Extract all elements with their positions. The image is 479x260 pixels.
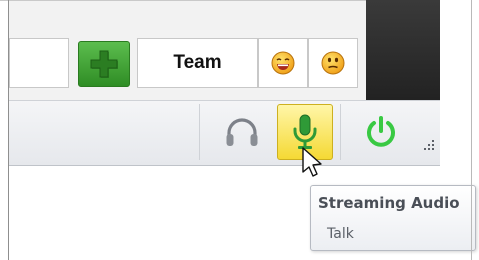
team-button[interactable]: Team (137, 38, 258, 88)
microphone-icon (293, 114, 317, 149)
emoticon-neutral-button[interactable] (308, 38, 358, 88)
frame-top-border (0, 0, 366, 1)
neutral-face-icon (321, 51, 345, 75)
text-input-field[interactable] (9, 38, 69, 88)
app-window: Team Streaming Audio Talk (0, 0, 479, 260)
frame-right-border (471, 0, 472, 260)
plus-icon (90, 50, 118, 78)
status-separator (340, 104, 341, 160)
emoticon-laughing-button[interactable] (258, 38, 308, 88)
add-button[interactable] (78, 41, 130, 87)
team-label: Team (173, 52, 222, 73)
headphones-button[interactable] (214, 104, 270, 160)
laughing-face-icon (271, 51, 295, 75)
power-icon (367, 116, 395, 147)
tooltip: Streaming Audio Talk (310, 185, 476, 251)
resize-grip-icon[interactable] (422, 138, 436, 152)
headphones-icon (226, 118, 258, 146)
power-button[interactable] (354, 104, 408, 160)
mouse-pointer-icon (302, 147, 322, 177)
dark-side-panel (366, 0, 440, 100)
tooltip-title: Streaming Audio (318, 194, 460, 212)
status-separator (199, 104, 200, 160)
tooltip-subtitle: Talk (327, 226, 354, 242)
